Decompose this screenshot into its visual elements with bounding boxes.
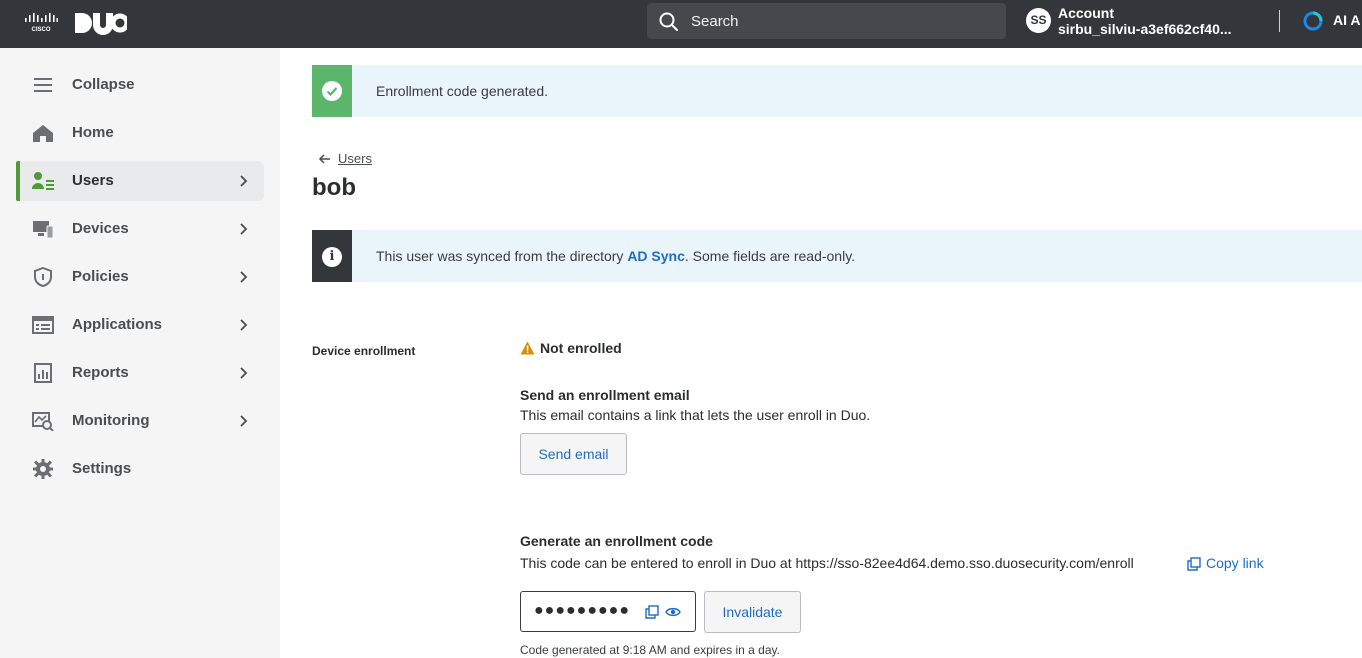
page-title: bob [312, 174, 356, 201]
chevron-right-icon [240, 319, 248, 331]
sidebar-item-devices[interactable]: Devices [16, 209, 264, 249]
sidebar-item-label: Devices [72, 220, 129, 237]
email-heading: Send an enrollment email [520, 387, 690, 403]
sidebar-item-label: Applications [72, 316, 163, 333]
info-message-suffix: . Some fields are read-only. [684, 248, 856, 264]
sidebar-item-label: Settings [72, 460, 132, 477]
enrollment-code-field[interactable]: ●●●●●●●●● [520, 591, 696, 632]
copy-link-label: Copy link [1206, 555, 1264, 571]
gear-icon [33, 459, 53, 479]
svg-text:CISCO: CISCO [31, 27, 50, 33]
duo-logo [75, 13, 127, 35]
chevron-right-icon [240, 367, 248, 379]
check-circle-icon [322, 81, 342, 101]
device-enrollment-label: Device enrollment [312, 344, 416, 358]
sidebar-item-home[interactable]: Home [16, 113, 264, 153]
search-input[interactable]: Search [647, 3, 1006, 39]
avatar[interactable]: SS [1026, 8, 1051, 33]
header-divider [1279, 10, 1280, 32]
arrow-left-icon [318, 154, 330, 164]
sidebar-item-settings[interactable]: Settings [16, 449, 264, 489]
reports-icon [34, 363, 52, 383]
sidebar-item-applications[interactable]: Applications [16, 305, 264, 345]
eye-icon[interactable] [665, 605, 681, 619]
copy-icon[interactable] [645, 605, 659, 619]
code-expiry-note: Code generated at 9:18 AM and expires in… [520, 643, 780, 657]
copy-icon [1187, 557, 1201, 571]
sidebar-item-label: Reports [72, 364, 129, 381]
warning-icon [520, 341, 535, 355]
ai-assistant-label[interactable]: AI A [1333, 12, 1360, 28]
sidebar-item-policies[interactable]: Policies [16, 257, 264, 297]
search-icon [659, 12, 678, 31]
masked-code: ●●●●●●●●● [534, 602, 630, 619]
code-description: This code can be entered to enroll in Du… [520, 555, 1134, 571]
cisco-logo: CISCO [25, 13, 58, 33]
chevron-right-icon [240, 223, 248, 235]
sidebar-item-users[interactable]: Users [16, 161, 264, 201]
info-message: This user was synced from the directory … [376, 248, 855, 264]
sidebar-item-reports[interactable]: Reports [16, 353, 264, 393]
sidebar-item-monitoring[interactable]: Monitoring [16, 401, 264, 441]
info-icon: i [322, 247, 342, 267]
chevron-right-icon [240, 271, 248, 283]
sidebar-item-collapse[interactable]: Collapse [16, 65, 264, 105]
success-message: Enrollment code generated. [376, 83, 548, 99]
sidebar-item-label: Home [72, 124, 114, 141]
menu-icon [34, 78, 52, 92]
info-banner: i This user was synced from the director… [312, 230, 1362, 282]
account-title[interactable]: Account [1058, 5, 1114, 21]
monitoring-icon [32, 412, 54, 431]
ad-sync-link[interactable]: AD Sync [627, 248, 685, 264]
code-heading: Generate an enrollment code [520, 533, 713, 549]
devices-icon [33, 221, 54, 239]
chevron-right-icon [240, 175, 248, 187]
shield-icon [34, 267, 52, 287]
sidebar-item-label: Users [72, 172, 114, 189]
home-icon [33, 125, 53, 142]
info-message-prefix: This user was synced from the directory [376, 248, 628, 264]
ai-assistant-icon[interactable] [1303, 11, 1323, 31]
breadcrumb-users-link[interactable]: Users [338, 151, 372, 166]
applications-icon [32, 316, 54, 334]
sidebar-item-label: Collapse [72, 76, 135, 93]
status-label: Not enrolled [540, 340, 622, 356]
send-email-button[interactable]: Send email [520, 433, 627, 475]
chevron-right-icon [240, 415, 248, 427]
invalidate-button[interactable]: Invalidate [704, 591, 801, 633]
email-description: This email contains a link that lets the… [520, 407, 871, 423]
users-icon [32, 172, 54, 190]
sidebar-item-label: Monitoring [72, 412, 150, 429]
search-placeholder: Search [691, 13, 739, 30]
sidebar: Collapse Home Users Devices Policies App… [0, 48, 280, 658]
top-bar: CISCO Search SS Account sirbu_silviu-a3e… [0, 0, 1362, 48]
success-bar [312, 65, 352, 117]
sidebar-item-label: Policies [72, 268, 129, 285]
success-banner: Enrollment code generated. [312, 65, 1362, 117]
info-bar: i [312, 230, 352, 282]
account-name[interactable]: sirbu_silviu-a3ef662cf40... [1058, 21, 1264, 37]
